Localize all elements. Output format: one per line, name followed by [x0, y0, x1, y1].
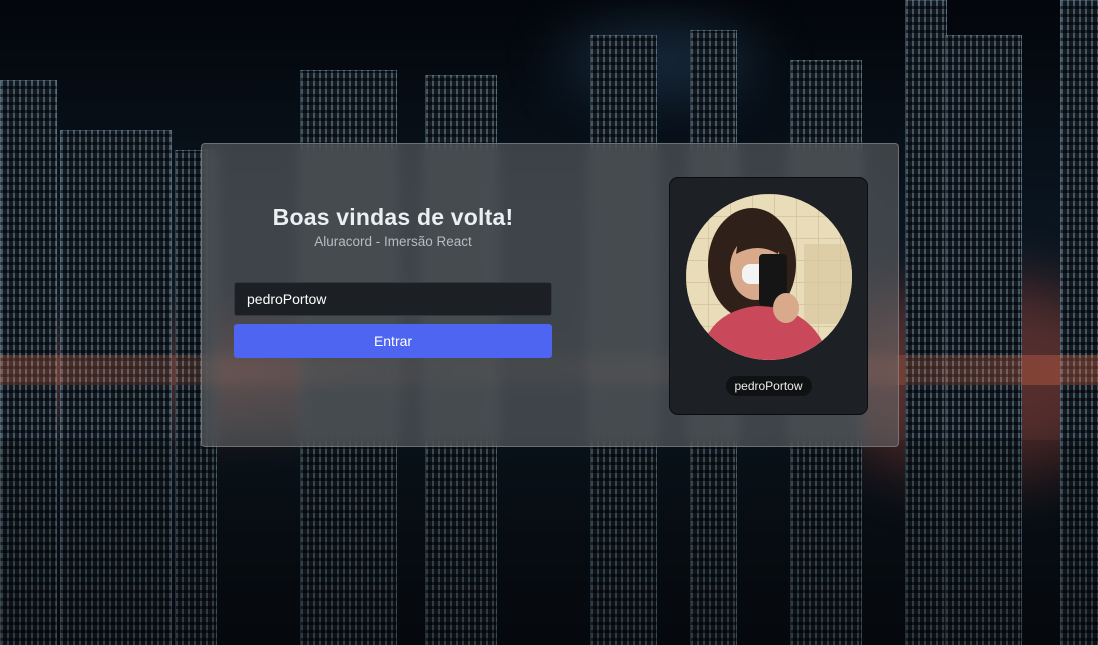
login-card: Boas vindas de volta! Aluracord - Imersã…	[201, 143, 899, 447]
enter-button[interactable]: Entrar	[234, 324, 552, 358]
profile-panel: pedroPortow	[669, 177, 868, 415]
avatar-photo	[686, 194, 852, 360]
background-reflection	[0, 440, 1098, 645]
welcome-subtitle: Aluracord - Imersão React	[314, 234, 472, 249]
profile-username: pedroPortow	[725, 376, 812, 396]
avatar	[686, 194, 852, 360]
login-form: Boas vindas de volta! Aluracord - Imersã…	[234, 204, 552, 358]
username-input[interactable]	[234, 282, 552, 316]
welcome-title: Boas vindas de volta!	[272, 204, 514, 230]
